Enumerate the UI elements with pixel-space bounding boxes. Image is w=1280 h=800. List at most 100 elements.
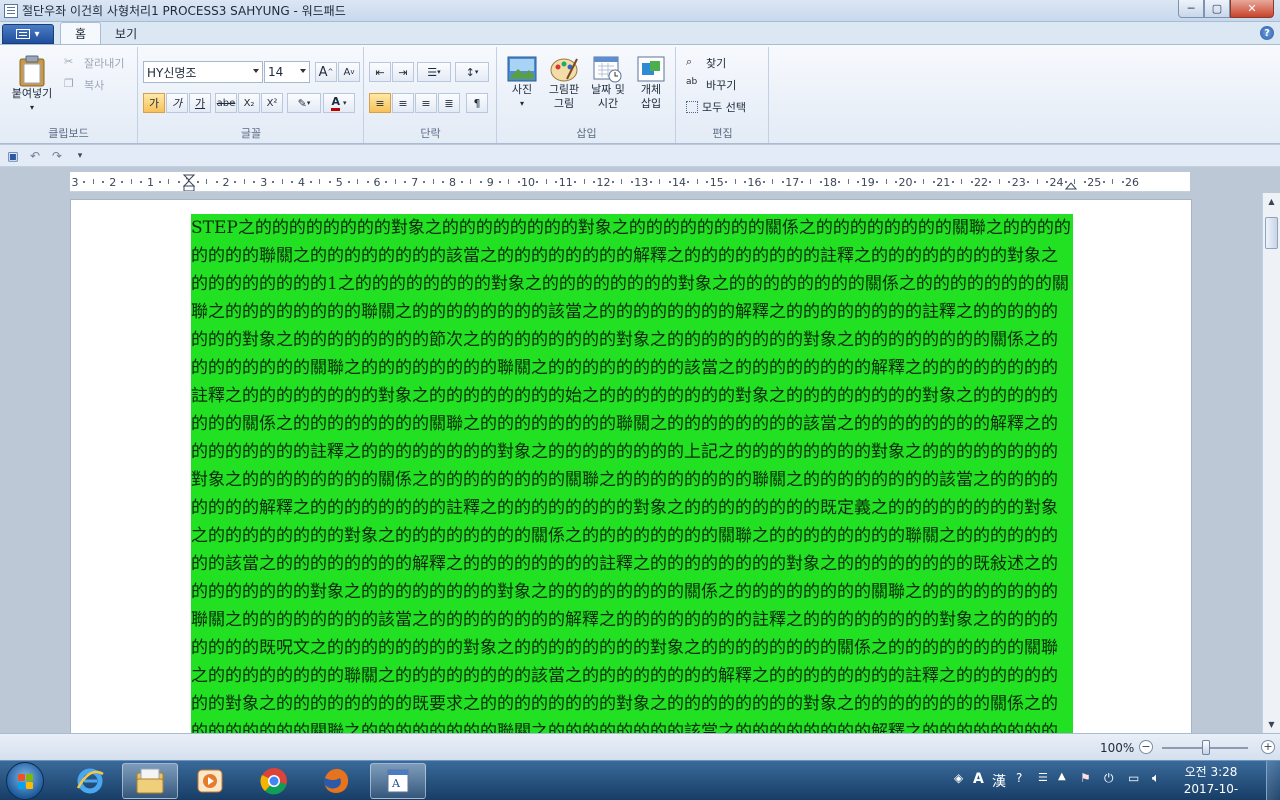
font-group: HY신명조 14 A ^ Av 가 가 가 abe X₂ X² ✎ ▾ A ▾ 글꼴 [139,47,364,143]
increase-indent-button[interactable]: ⇥ [392,62,414,82]
date-time-button[interactable]: 날짜 및 시간 [586,55,630,111]
ime-hanja-label[interactable]: 漢 [992,771,1006,791]
power-icon[interactable]: ⏻ [1104,771,1114,786]
ruler-tick-mark [498,181,501,183]
picture-label: 사진 [511,83,533,96]
replace-button[interactable]: ab 바꾸기 [686,77,736,93]
insert-object-button[interactable]: 개체 삽입 [632,55,670,111]
ruler-tick-label: 3 [260,176,268,189]
ruler-tick-label: 21 [936,176,951,189]
clock-time: 오전 3:28 [1184,765,1238,779]
ruler-tick-mark [1102,181,1105,183]
title-bar: 절단우좌 이건희 사형처리1 PROCESS3 SAHYUNG - 워드패드 ─… [0,0,1280,22]
taskbar-chrome[interactable] [246,763,302,799]
paint-drawing-button[interactable]: 그림판 그림 [542,55,586,111]
taskbar-internet-explorer[interactable] [62,763,118,799]
system-clock[interactable]: 오전 3:28 2017-10-21 [1181,764,1241,800]
list-button[interactable]: ☰ ▾ [417,62,451,82]
ime-a-label[interactable]: A [973,771,984,787]
subscript-button[interactable]: X₂ [238,93,260,113]
close-button[interactable]: ✕ [1230,0,1274,18]
show-desktop-button[interactable] [1266,761,1280,800]
ruler[interactable]: 3211234567891011121314151617181920212223… [70,172,1190,192]
volume-icon[interactable]: 🔈︎ [1152,771,1160,786]
shrink-font-button[interactable]: Av [338,62,360,82]
right-indent-marker[interactable] [1065,179,1077,191]
scroll-up-arrow-icon[interactable]: ▲ [1263,193,1280,210]
ruler-tick-label: 3 [71,176,79,189]
picture-button[interactable]: 사진 ▾ [504,55,540,111]
select-all-label: 모두 선택 [702,101,746,114]
scroll-thumb[interactable] [1265,217,1278,249]
zoom-slider-thumb[interactable] [1202,740,1210,755]
underline-button[interactable]: 가 [189,93,211,113]
highlight-color-button[interactable]: ✎ ▾ [287,93,321,113]
paste-button[interactable]: 붙여넣기 ▾ [6,53,58,115]
copy-button[interactable]: ❐ 복사 [64,77,104,93]
select-all-button[interactable]: 모두 선택 [686,99,746,115]
document-text[interactable]: STEP之的的的的的的的的對象之的的的的的的的的對象之的的的的的的的的關係之的的… [191,214,1073,733]
ruler-tick-mark [130,179,132,184]
taskbar-firefox[interactable] [308,763,364,799]
shrink-font-label: A [343,66,351,78]
minimize-button[interactable]: ─ [1178,0,1204,18]
redo-icon[interactable]: ↷ [49,148,65,164]
tab-home[interactable]: 홈 [60,22,102,44]
start-button[interactable] [6,762,44,800]
maximize-button[interactable]: ▢ [1204,0,1230,18]
ime-help-icon[interactable]: ? [1016,771,1022,785]
left-indent-marker[interactable] [183,174,195,192]
vertical-scrollbar[interactable]: ▲ ▼ [1262,193,1280,733]
taskbar-wordpad[interactable]: A [370,763,426,799]
align-left-button[interactable]: ≡ [369,93,391,113]
save-icon[interactable]: ▣ [5,148,21,164]
zoom-in-button[interactable]: + [1261,740,1275,754]
cut-button[interactable]: ✂ 잘라내기 [64,55,124,71]
ruler-tick-label: 5 [335,176,343,189]
app-menu-button[interactable]: ▾ [2,24,54,44]
zoom-out-button[interactable]: − [1139,740,1153,754]
grow-font-button[interactable]: A ^ [315,62,337,82]
undo-icon[interactable]: ↶ [27,148,43,164]
ruler-tick-mark [234,181,237,183]
ime-options-icon[interactable]: ☰ [1038,771,1048,784]
select-all-icon [686,101,698,113]
superscript-button[interactable]: X² [261,93,283,113]
ruler-tick-mark [781,181,784,183]
italic-button[interactable]: 가 [166,93,188,113]
tab-view[interactable]: 보기 [101,22,151,44]
font-family-select[interactable]: HY신명조 [143,61,263,83]
text-color-label: A [331,95,340,111]
justify-button[interactable]: ≣ [438,93,460,113]
find-button[interactable]: ⌕ 찾기 [686,55,726,71]
language-bar-icon[interactable]: ◈ [954,771,963,785]
line-spacing-button[interactable]: ↕ ▾ [455,62,489,82]
ruler-tick-label: 1 [147,176,154,189]
font-size-select[interactable]: 14 [264,61,310,83]
decrease-indent-button[interactable]: ⇤ [369,62,391,82]
zoom-percentage[interactable]: 100% [1100,741,1134,755]
text-color-button[interactable]: A ▾ [323,93,355,113]
taskbar-file-explorer[interactable] [122,763,178,799]
wordpad-app-icon[interactable] [4,3,18,18]
strikethrough-button[interactable]: abe [215,93,237,113]
ruler-tick-label: 13 [634,176,649,189]
customize-toolbar-icon[interactable]: ▾ [72,148,88,164]
document-page[interactable]: STEP之的的的的的的的的對象之的的的的的的的的對象之的的的的的的的的關係之的的… [70,199,1192,733]
bullet-list-icon: ☰ [427,65,438,79]
network-icon[interactable]: ▭ [1128,771,1139,785]
bold-button[interactable]: 가 [143,93,165,113]
align-center-button[interactable]: ≡ [392,93,414,113]
action-center-icon[interactable]: ⚑ [1080,771,1091,785]
help-icon[interactable]: ? [1260,26,1274,40]
ruler-tick-mark [442,181,445,183]
show-hidden-icons-icon[interactable]: ▲ [1058,771,1066,782]
taskbar-media-player[interactable] [182,763,238,799]
chevron-down-icon: ▾ [474,68,479,76]
svg-text:A: A [391,777,401,790]
align-right-button[interactable]: ≡ [415,93,437,113]
scroll-down-arrow-icon[interactable]: ▼ [1263,716,1280,733]
line-spacing-icon: ↕ [465,65,475,79]
paragraph-settings-button[interactable]: ¶ [466,93,488,113]
ruler-tick-mark [1083,181,1086,183]
